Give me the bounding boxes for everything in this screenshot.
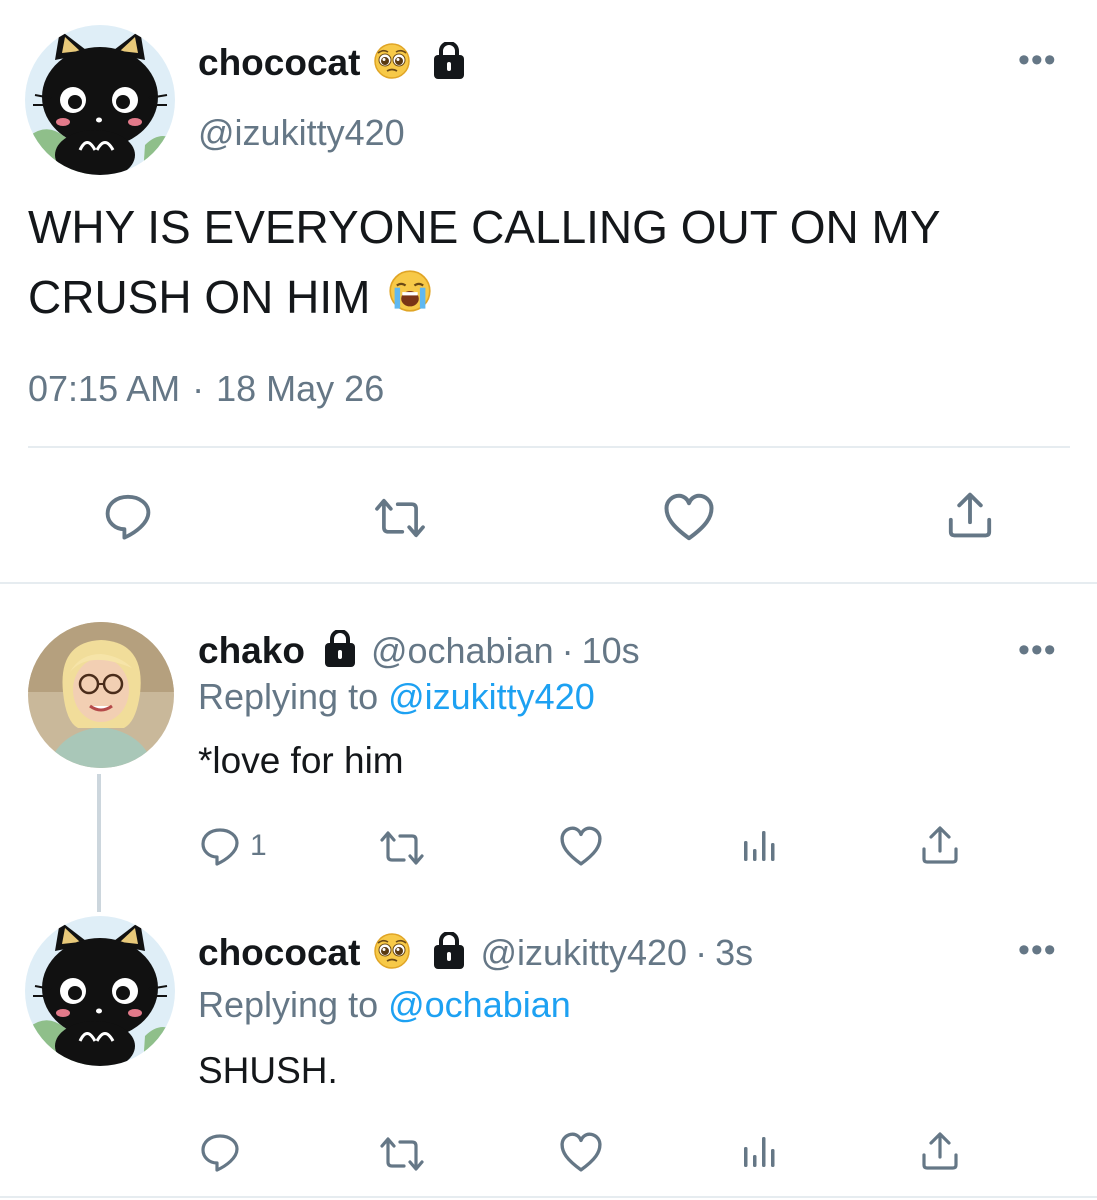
lock-icon (432, 40, 467, 85)
reply-button[interactable]: 1 (200, 826, 267, 866)
lock-icon (322, 628, 357, 673)
replying-to-link[interactable]: @izukitty420 (388, 676, 595, 718)
reply-count: 1 (250, 829, 267, 862)
avatar[interactable] (25, 25, 175, 175)
lock-icon (432, 930, 467, 975)
thread-line (97, 774, 101, 912)
section-divider (0, 582, 1097, 584)
pleading-face-icon (374, 42, 411, 84)
replying-label: Replying to (198, 676, 379, 717)
analytics-icon[interactable] (742, 826, 778, 864)
heart-icon[interactable] (560, 1132, 602, 1172)
handle[interactable]: @izukitty420 (480, 932, 687, 974)
bottom-divider (0, 1196, 1097, 1198)
share-icon[interactable] (946, 490, 994, 540)
display-name[interactable]: chako (198, 630, 305, 672)
retweet-icon[interactable] (372, 495, 428, 541)
tweet-date: 18 May 26 (216, 368, 385, 409)
reply-icon[interactable] (104, 492, 152, 540)
author-row: chococat (198, 40, 467, 86)
replying-to: Replying to @izukitty420 (198, 676, 595, 718)
tweet-text-line2: CRUSH ON HIM (28, 271, 371, 323)
tweet-text: WHY IS EVERYONE CALLING OUT ON MY CRUSH … (28, 192, 941, 332)
replying-label: Replying to (198, 984, 379, 1025)
display-name[interactable]: chococat (198, 42, 360, 84)
retweet-icon[interactable] (378, 1134, 426, 1174)
reply-icon (200, 826, 240, 866)
separator-dot: · (561, 630, 574, 671)
more-options-button[interactable]: ••• (1018, 633, 1057, 667)
reply-author-row: chococat @izukitty420 · 3s (198, 930, 753, 976)
avatar[interactable] (25, 916, 175, 1066)
share-icon[interactable] (920, 824, 960, 866)
heart-icon[interactable] (664, 493, 714, 541)
pleading-face-icon (374, 932, 411, 974)
heart-icon[interactable] (560, 826, 602, 866)
time-ago: 10s (581, 630, 640, 671)
timestamp[interactable]: 07:15 AM · 18 May 26 (28, 368, 384, 410)
divider (28, 446, 1070, 448)
display-name[interactable]: chococat (198, 932, 360, 974)
separator-dot: · (695, 932, 708, 973)
tweet-text-line2-row: CRUSH ON HIM (28, 262, 941, 332)
more-options-button[interactable]: ••• (1018, 43, 1057, 77)
loudly-crying-face-icon (388, 262, 432, 332)
tweet-time: 07:15 AM (28, 368, 181, 409)
handle[interactable]: @izukitty420 (198, 112, 405, 154)
analytics-icon[interactable] (742, 1132, 778, 1170)
replying-to-link[interactable]: @ochabian (388, 984, 571, 1026)
share-icon[interactable] (920, 1130, 960, 1172)
reply-icon[interactable] (200, 1132, 240, 1172)
avatar[interactable] (28, 622, 174, 768)
time-ago: 3s (715, 932, 754, 973)
separator-dot: · (192, 368, 205, 409)
reply-author-row: chako @ochabian · 10s (198, 628, 640, 674)
tweet-text-line1: WHY IS EVERYONE CALLING OUT ON MY (28, 201, 941, 253)
more-options-button[interactable]: ••• (1018, 933, 1057, 967)
reply-text: SHUSH. (198, 1050, 338, 1091)
replying-to: Replying to @ochabian (198, 984, 571, 1026)
retweet-icon[interactable] (378, 828, 426, 868)
reply-text: *love for him (198, 740, 404, 781)
handle[interactable]: @ochabian (371, 630, 554, 672)
